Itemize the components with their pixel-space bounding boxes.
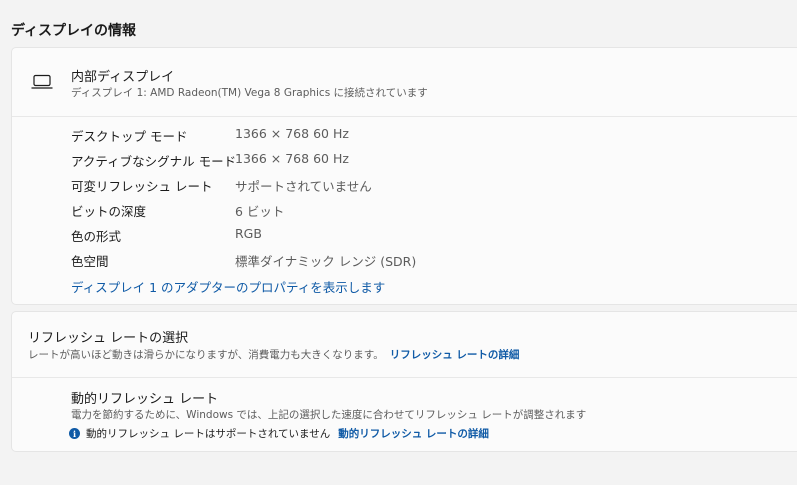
spec-value-color-format: RGB bbox=[235, 226, 262, 241]
info-icon: i bbox=[69, 428, 80, 439]
divider bbox=[12, 377, 797, 378]
refresh-rate-description: レートが高いほど動きは滑らかになりますが、消費電力も大きくなります。 リフレッシュ… bbox=[28, 347, 519, 362]
section-title: ディスプレイの情報 bbox=[11, 23, 137, 39]
display-adapter-subtitle: ディスプレイ 1: AMD Radeon(TM) Vega 8 Graphics… bbox=[71, 87, 428, 99]
dynamic-refresh-info: i 動的リフレッシュ レートはサポートされていません 動的リフレッシュ レートの… bbox=[69, 426, 489, 441]
adapter-properties-link[interactable]: ディスプレイ 1 のアダプターのプロパティを表示します bbox=[71, 277, 385, 296]
display-info-card: 内部ディスプレイ ディスプレイ 1: AMD Radeon(TM) Vega 8… bbox=[11, 47, 797, 305]
display-name: 内部ディスプレイ bbox=[71, 70, 175, 85]
spec-value-variable-refresh: サポートされていません bbox=[235, 179, 372, 194]
spec-value-bit-depth: 6 ビット bbox=[235, 204, 285, 219]
divider bbox=[12, 116, 797, 117]
spec-label-active-signal-mode: アクティブなシグナル モード bbox=[71, 154, 237, 169]
refresh-rate-details-link[interactable]: リフレッシュ レートの詳細 bbox=[390, 349, 520, 361]
dynamic-refresh-description: 電力を節約するために、Windows では、上記の選択した速度に合わせてリフレッ… bbox=[71, 409, 587, 421]
dynamic-refresh-title: 動的リフレッシュ レート bbox=[71, 392, 219, 407]
refresh-rate-title: リフレッシュ レートの選択 bbox=[28, 331, 189, 346]
spec-value-color-space: 標準ダイナミック レンジ (SDR) bbox=[235, 254, 417, 269]
spec-value-desktop-mode: 1366 × 768 60 Hz bbox=[235, 126, 349, 141]
laptop-icon bbox=[31, 74, 53, 89]
spec-value-active-signal-mode: 1366 × 768 60 Hz bbox=[235, 151, 349, 166]
spec-label-bit-depth: ビットの深度 bbox=[71, 204, 147, 219]
dynamic-refresh-details-link[interactable]: 動的リフレッシュ レートの詳細 bbox=[338, 426, 489, 441]
spec-label-color-space: 色空間 bbox=[71, 254, 109, 269]
dynamic-refresh-info-text: 動的リフレッシュ レートはサポートされていません bbox=[86, 428, 331, 440]
refresh-rate-card: リフレッシュ レートの選択 レートが高いほど動きは滑らかになりますが、消費電力も… bbox=[11, 311, 797, 452]
spec-label-color-format: 色の形式 bbox=[71, 229, 122, 244]
spec-label-variable-refresh: 可変リフレッシュ レート bbox=[71, 179, 213, 194]
spec-label-desktop-mode: デスクトップ モード bbox=[71, 129, 188, 144]
refresh-rate-description-text: レートが高いほど動きは滑らかになりますが、消費電力も大きくなります。 bbox=[28, 349, 384, 361]
